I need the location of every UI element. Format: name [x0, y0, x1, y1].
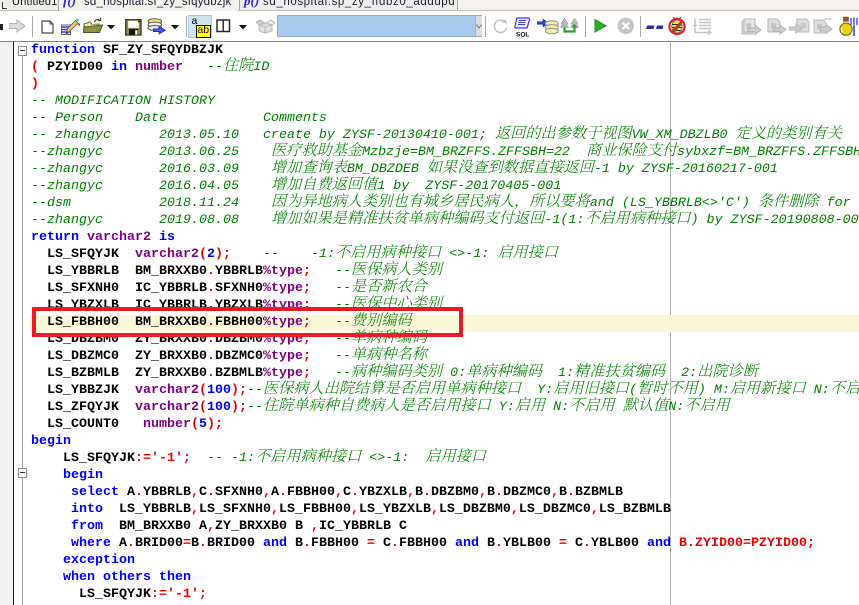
svg-text:SQL: SQL — [516, 32, 529, 38]
